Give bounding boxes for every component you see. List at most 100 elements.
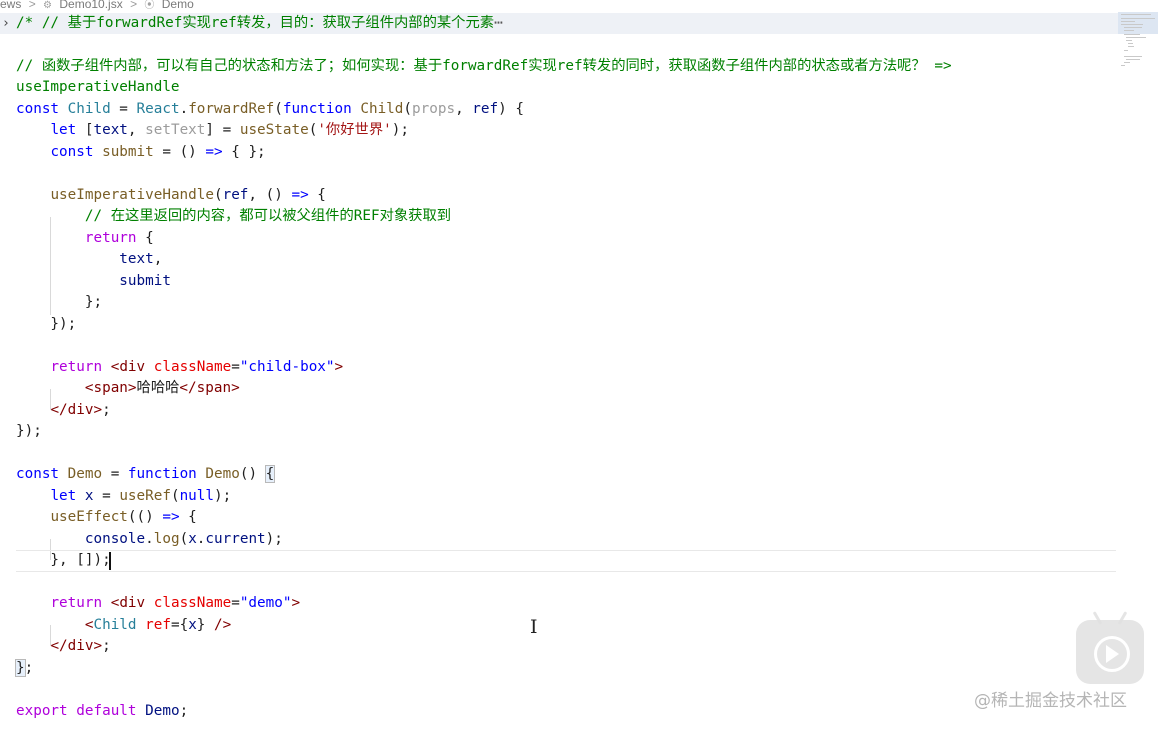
string: "demo" (239, 595, 292, 611)
property: current (205, 531, 266, 547)
code-line[interactable]: let x = useRef(null); (0, 486, 231, 507)
breadcrumb-item-symbol[interactable]: Demo (162, 0, 194, 10)
minimap-line (1126, 37, 1146, 38)
matching-bracket: { (264, 465, 276, 483)
code-editor[interactable]: › /* // 基于forwardRef实现ref转发，目的：获取子组件内部的某… (0, 12, 1118, 730)
parameter: ref (472, 101, 499, 117)
function-name: useRef (119, 488, 171, 504)
code-line[interactable]: console.log(x.current); (0, 529, 283, 550)
code-line[interactable]: }; (0, 292, 102, 313)
code-line-folded[interactable]: › /* // 基于forwardRef实现ref转发，目的：获取子组件内部的某… (0, 13, 1118, 34)
identifier: Child (67, 101, 111, 117)
keyword: function (127, 466, 197, 482)
keyword: null (179, 488, 215, 504)
keyword: const (16, 466, 60, 482)
minimap-line (1126, 59, 1140, 60)
react-file-icon: ⚙ (43, 0, 53, 11)
jsx-bracket: > (291, 595, 301, 611)
jsx-bracket: </ (179, 380, 197, 396)
code-line[interactable]: text, (0, 249, 162, 270)
variable: x (84, 488, 94, 504)
keyword: let (50, 488, 77, 504)
keyword: return (50, 595, 103, 611)
minimap-line (1121, 18, 1155, 19)
code-line[interactable]: let [text, setText] = useState('你好世界'); (0, 120, 409, 141)
code-line[interactable]: <span>哈哈哈</span> (0, 378, 240, 399)
code-line[interactable]: return <div className="child-box"> (0, 357, 343, 378)
code-line[interactable]: const Demo = function Demo() { (0, 464, 276, 485)
minimap-line (1124, 34, 1140, 35)
comment: // 在这里返回的内容，都可以被父组件的REF对象获取到 (84, 208, 452, 224)
code-line[interactable]: export default Demo; (0, 701, 188, 722)
code-line[interactable]: const submit = () => { }; (0, 142, 265, 163)
keyword: default (76, 703, 137, 719)
arrow: => (291, 187, 309, 203)
fold-ellipsis[interactable]: ⋯ (494, 15, 503, 31)
code-line[interactable]: </div>; (0, 400, 110, 421)
code-line[interactable]: }); (0, 314, 76, 335)
code-line[interactable]: return <div className="demo"> (0, 593, 300, 614)
variable: x (188, 617, 197, 633)
jsx-bracket: /> (214, 617, 232, 633)
code-line[interactable]: useImperativeHandle(ref, () => { (0, 185, 325, 206)
breadcrumb-item-folder[interactable]: ews (0, 0, 21, 10)
jsx-bracket: > (231, 380, 240, 396)
string: '你好世界' (317, 122, 392, 138)
jsx-attribute: ref (145, 617, 171, 633)
parameter: props (412, 101, 456, 117)
play-triangle (1106, 645, 1119, 663)
comment: useImperativeHandle (16, 79, 180, 95)
function-name: Demo (205, 466, 240, 482)
minimap-line (1121, 14, 1151, 15)
breadcrumb-item-file[interactable]: Demo10.jsx (59, 0, 122, 10)
jsx-tag: div (67, 638, 94, 654)
arrow: => (162, 509, 180, 525)
variable: x (188, 531, 197, 547)
keyword: function (282, 101, 352, 117)
code-line[interactable]: }); (0, 421, 42, 442)
function-name: Child (360, 101, 404, 117)
code-line[interactable]: return { (0, 228, 154, 249)
function-name: forwardRef (188, 101, 275, 117)
current-line-highlight (16, 550, 1116, 572)
keyword: const (16, 101, 60, 117)
code-line[interactable]: useImperativeHandle (0, 77, 180, 98)
jsx-bracket: > (93, 402, 103, 418)
play-button[interactable] (1076, 620, 1144, 684)
chevron-right-icon[interactable]: › (2, 13, 10, 34)
code-line[interactable]: <Child ref={x} /> (0, 615, 231, 636)
jsx-bracket: > (334, 359, 344, 375)
breadcrumb-separator: > (28, 0, 36, 11)
code-line[interactable]: </div>; (0, 636, 110, 657)
code-line[interactable]: }; (0, 658, 34, 679)
keyword: const (50, 144, 94, 160)
variable: console (84, 531, 146, 547)
jsx-tag: div (119, 595, 146, 611)
minimap-line (1121, 21, 1135, 22)
arrow: => (205, 144, 223, 160)
minimap-line (1124, 50, 1128, 51)
code-line[interactable]: useEffect(() => { (0, 507, 196, 528)
function-name: useEffect (50, 509, 128, 525)
keyword: return (50, 359, 103, 375)
variable: Demo (145, 703, 180, 719)
code-line[interactable]: submit (0, 271, 171, 292)
keyword: let (50, 122, 77, 138)
code-line[interactable]: }, []); (0, 550, 110, 571)
minimap[interactable] (1118, 12, 1158, 72)
jsx-bracket: > (93, 638, 103, 654)
code-line[interactable]: const Child = React.forwardRef(function … (0, 99, 524, 120)
variable: setText (145, 122, 206, 138)
breadcrumb-separator: > (130, 0, 138, 11)
code-line[interactable]: // 函数子组件内部，可以有自己的状态和方法了；如何实现：基于forwardRe… (0, 56, 952, 77)
minimap-line (1128, 46, 1134, 47)
jsx-bracket: > (127, 380, 137, 396)
minimap-line (1124, 62, 1130, 63)
comment: /* // 基于forwardRef实现ref转发，目的：获取子组件内部的某个元… (16, 15, 495, 31)
minimap-line (1128, 43, 1133, 44)
minimap-line (1124, 30, 1134, 31)
minimap-line (1124, 27, 1142, 28)
code-line[interactable]: // 在这里返回的内容，都可以被父组件的REF对象获取到 (0, 206, 451, 227)
function-name: submit (102, 144, 154, 160)
function-name: log (153, 531, 180, 547)
